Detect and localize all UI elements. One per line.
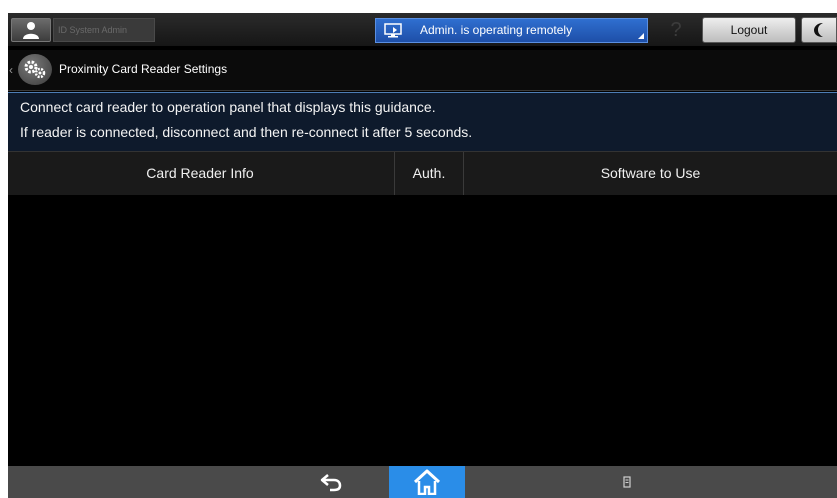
settings-gear-icon [18,54,52,85]
card-reader-table-body [8,195,837,465]
logged-in-user-name: ID System Admin [53,18,155,42]
remote-status-text: Admin. is operating remotely [420,23,573,37]
card-reader-table-header: Card Reader Info Auth. Software to Use [8,151,837,196]
home-icon [413,469,441,495]
page-title: Proximity Card Reader Settings [59,62,228,76]
menu-icon [623,476,631,488]
guidance-message: Connect card reader to operation panel t… [8,92,837,151]
help-button[interactable]: ? [658,18,694,43]
guidance-line-2: If reader is connected, disconnect and t… [20,124,473,140]
energy-saver-button[interactable] [801,17,837,43]
remote-monitor-icon [384,23,402,38]
user-icon [23,22,39,39]
user-account-button[interactable] [11,18,51,42]
screen-title-bar: ‹ Proximity Card Reader Settings [8,50,837,91]
back-chevron-icon[interactable]: ‹ [9,63,13,77]
home-button[interactable] [389,466,465,498]
column-header-software-to-use: Software to Use [600,165,701,181]
top-status-bar: ID System Admin Admin. is operating remo… [8,13,837,46]
back-button[interactable] [293,466,373,498]
back-arrow-icon [320,474,342,492]
menu-button[interactable] [608,466,648,498]
remote-operation-status-banner[interactable]: Admin. is operating remotely [375,18,648,43]
column-header-auth: Auth. [394,152,464,195]
guidance-line-1: Connect card reader to operation panel t… [20,99,436,115]
column-header-card-reader-info: Card Reader Info [146,165,254,181]
logout-button[interactable]: Logout [702,17,796,43]
operation-panel-screen: ID System Admin Admin. is operating remo… [8,13,837,498]
expand-corner-icon [638,33,644,39]
bottom-navigation-bar [8,466,837,498]
moon-icon [814,23,823,37]
